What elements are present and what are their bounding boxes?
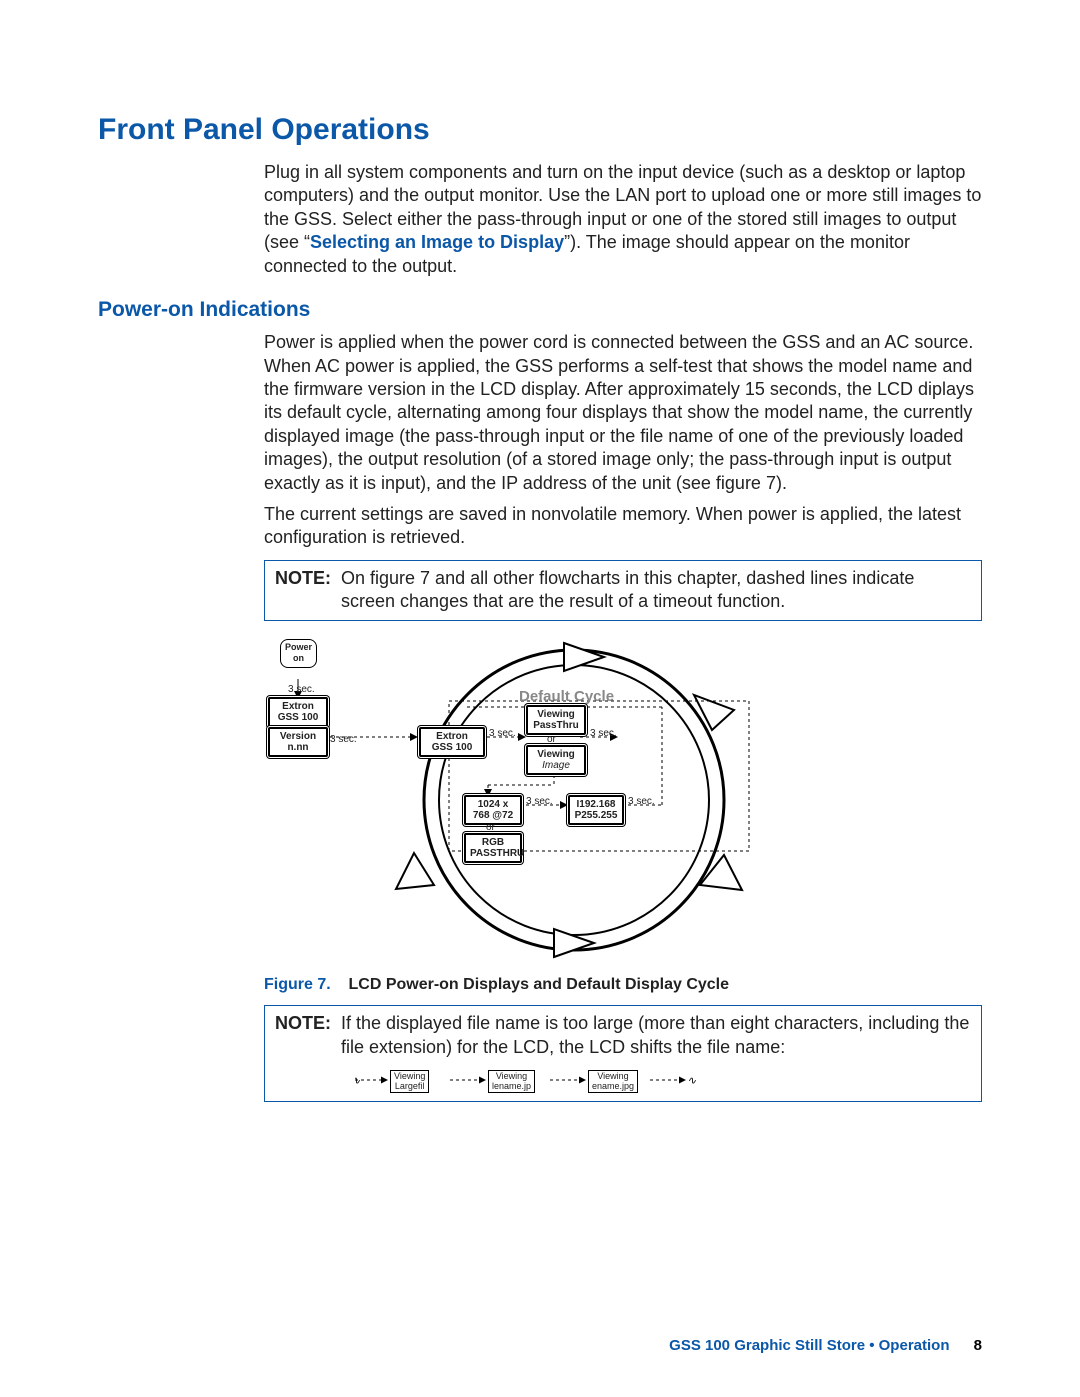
lcd-viewing-passthru: ViewingPassThru — [526, 705, 586, 735]
delay-3: 3 sec. — [489, 727, 516, 740]
figure-caption-text: LCD Power-on Displays and Default Displa… — [348, 976, 729, 993]
default-cycle-label: Default Cycle — [519, 687, 614, 707]
delay-4: 3 sec. — [590, 727, 617, 740]
cycle-ring-icon — [264, 635, 784, 965]
scroll-lcd-3: Viewingename.jpg — [588, 1070, 638, 1093]
figure-number: Figure 7. — [264, 976, 331, 993]
note-label: NOTE: — [275, 567, 331, 614]
note-label-2: NOTE: — [275, 1012, 331, 1059]
lcd-version: Versionn.nn — [268, 727, 328, 757]
figure-7-diagram: Poweron 3 sec. ExtronGSS 100 Versionn.nn… — [264, 635, 982, 965]
page-title: Front Panel Operations — [98, 110, 982, 149]
svg-text:∿: ∿ — [355, 1075, 361, 1087]
delay-5: 3 sec. — [526, 795, 553, 808]
footer-text: GSS 100 Graphic Still Store • Operation — [669, 1337, 949, 1354]
delay-6: 3 sec. — [628, 795, 655, 808]
section-heading-poweron: Power-on Indications — [98, 296, 982, 323]
or-2: or — [486, 821, 495, 834]
version-text: Versionn.nn — [280, 731, 316, 753]
poweron-p2: The current settings are saved in nonvol… — [264, 503, 982, 550]
note-text: On figure 7 and all other flowcharts in … — [341, 567, 971, 614]
svg-text:∿: ∿ — [687, 1075, 697, 1087]
scroll-lcd-1: ViewingLargefil — [390, 1070, 429, 1093]
lcd-rgb-passthru: RGBPASSTHRU — [464, 833, 522, 863]
link-selecting-image[interactable]: Selecting an Image to Display — [310, 232, 564, 252]
lcd-extron-2: ExtronGSS 100 — [419, 727, 485, 757]
poweron-p1: Power is applied when the power cord is … — [264, 331, 982, 495]
intro-paragraph: Plug in all system components and turn o… — [264, 161, 982, 278]
delay-1: 3 sec. — [288, 683, 315, 696]
lcd-viewing-image: ViewingImage — [526, 745, 586, 775]
page-number: 8 — [974, 1337, 982, 1354]
note-box-1: NOTE: On figure 7 and all other flowchar… — [264, 560, 982, 621]
note-text-2: If the displayed file name is too large … — [341, 1012, 971, 1059]
lcd-ip: I192.168P255.255 — [568, 795, 624, 825]
note-box-2: NOTE: If the displayed file name is too … — [264, 1005, 982, 1102]
delay-2: 3 sec. — [330, 733, 357, 746]
page-footer: GSS 100 Graphic Still Store • Operation … — [669, 1336, 982, 1356]
or-1: or — [547, 733, 556, 746]
figure-7-caption: Figure 7. LCD Power-on Displays and Defa… — [264, 975, 982, 996]
lcd-extron-1: ExtronGSS 100 — [268, 697, 328, 727]
filename-scroll-diagram: ∿ ∿ ViewingLargefil Viewinglename.jp Vie… — [355, 1065, 971, 1095]
power-on-pill: Poweron — [280, 639, 317, 668]
scroll-lcd-2: Viewinglename.jp — [488, 1070, 535, 1093]
